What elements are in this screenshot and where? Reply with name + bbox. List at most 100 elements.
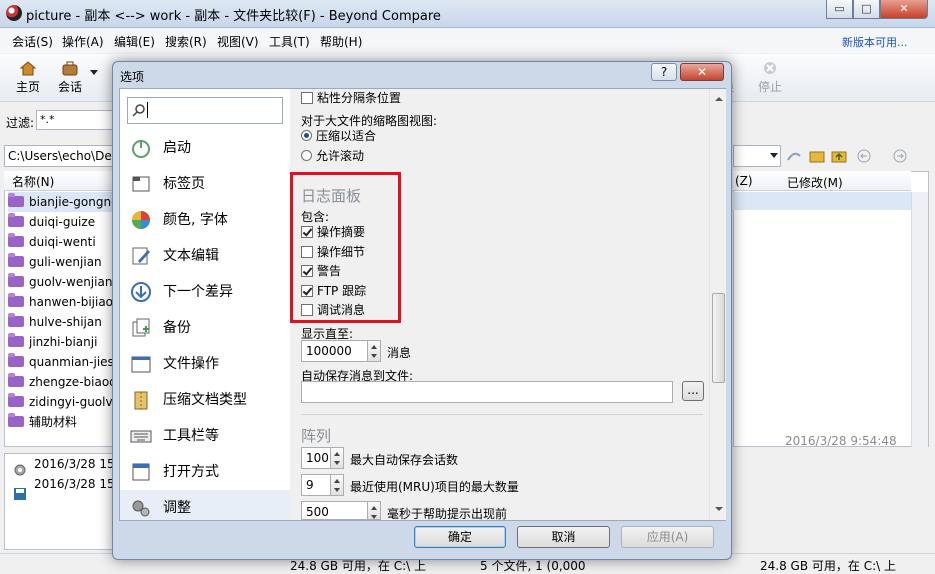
dialog-close-button[interactable]: ✕ [680,63,724,81]
folder-name: guli-wenjian [29,255,102,269]
nav-item[interactable]: 颜色, 字体 [130,206,228,234]
folder-name: zidingyi-guolv [29,395,113,409]
modified-column-header[interactable]: 已修改(M) [787,174,843,191]
parent-folder-icon[interactable] [831,151,847,163]
sticky-splitter-checkbox[interactable]: 粘性分隔条位置 [301,89,401,106]
folder-row[interactable]: duiqi-guize [8,212,114,232]
autosave-path-input[interactable] [301,381,673,403]
down-arrow-circle-icon [131,282,151,302]
menu-actions[interactable]: 操作(A) [62,33,104,50]
folder-row[interactable]: duiqi-wenti [8,232,114,252]
color-wheel-icon [132,211,150,229]
mru-spinner[interactable] [330,474,344,496]
right-path-dropdown-icon[interactable] [770,153,778,158]
folder-name: jinzhi-bianji [29,335,98,349]
folder-name: zhengze-biaoda [29,375,114,389]
stop-button[interactable]: 停止 [750,58,790,98]
radio-scroll-option[interactable]: 允许滚动 [301,147,364,164]
nav-item[interactable]: 备份 [130,314,191,342]
cancel-button[interactable]: 取消 [517,526,610,548]
nav-item[interactable]: 打开方式 [130,458,219,486]
folder-row[interactable]: guolv-wenjian [8,272,114,292]
sessions-dropdown-arrow-icon[interactable] [90,70,98,75]
max-sessions-spinner[interactable] [330,447,344,469]
new-version-link[interactable]: 新版本可用... [842,34,908,50]
folder-row[interactable]: hanwen-bijiao [8,292,114,312]
folder-row[interactable]: zhengze-biaoda [8,372,114,392]
nav-item[interactable]: 下一个差异 [130,278,233,306]
window-close-button[interactable]: ✕ [880,0,928,19]
help-delay-spinner[interactable] [367,501,381,520]
nav-item-label: 颜色, 字体 [163,212,228,228]
folder-row[interactable]: quanmian-jieshao [8,352,114,372]
open-folder-icon[interactable] [809,151,825,163]
menu-tools[interactable]: 工具(T) [269,33,310,50]
right-path-toolbar [787,149,907,163]
show-until-spinner[interactable] [367,340,381,362]
sessions-button[interactable]: 会话 [50,58,90,98]
gear-icon[interactable] [12,462,28,478]
nav-item[interactable]: 标签页 [130,170,205,198]
name-column-header[interactable]: 名称(N) [4,171,116,191]
browse-button[interactable]: ... [682,381,704,401]
nav-item[interactable]: 工具栏等 [130,422,219,450]
dialog-vertical-scrollbar[interactable] [709,89,726,520]
selected-row-highlight[interactable] [733,192,911,210]
radio-fit[interactable] [301,130,312,141]
minimize-button[interactable]: ▭ [826,0,853,19]
menu-search[interactable]: 搜索(R) [165,33,207,50]
folder-row[interactable]: guli-wenjian [8,252,114,272]
mru-input[interactable]: 9 [301,474,331,496]
radio-scroll[interactable] [301,150,312,161]
log-row: 2016/3/28 15: [34,457,114,471]
menu-session[interactable]: 会话(S) [12,33,53,50]
nav-item-label: 启动 [163,140,191,156]
folder-name: duiqi-wenti [29,235,96,249]
folder-row[interactable]: hulve-shijan [8,312,114,332]
max-sessions-label: 最大自动保存会话数 [350,453,459,467]
nav-item[interactable]: 文本编辑 [130,242,219,270]
refresh-arrow-icon[interactable] [787,152,801,161]
folder-row[interactable]: bianjie-gongneng [8,192,114,212]
right-vertical-scrollbar[interactable] [911,192,928,447]
left-path-input[interactable]: C:\Users\echo\Des [4,145,116,167]
size-column-header[interactable]: (Z) [735,174,753,188]
scroll-down-arrow-icon[interactable] [715,507,723,511]
nav-item[interactable]: 启动 [130,134,191,162]
max-sessions-input[interactable]: 100 [301,447,331,469]
scroll-thumb[interactable] [712,293,725,383]
back-arrow-icon[interactable] [857,149,871,163]
folder-icon [8,333,24,347]
help-delay-input[interactable]: 500 [301,501,368,520]
file-operations-icon [131,356,151,373]
nav-item[interactable]: 文件操作 [130,350,219,378]
mru-label: 最近使用(MRU)项目的最大数量 [350,480,519,494]
folder-row[interactable]: 辅助材料 [8,412,114,432]
nav-item[interactable]: 压缩文档类型 [130,386,247,414]
save-disk-icon[interactable] [12,486,28,502]
nav-item[interactable]: 调整 [130,494,191,522]
folder-icon [8,413,24,427]
scroll-up-arrow-icon[interactable] [715,97,723,101]
dialog-help-button[interactable]: ? [651,63,677,81]
menu-view[interactable]: 视图(V) [217,33,259,50]
folder-row[interactable]: zidingyi-guolv [8,392,114,412]
radio-fit-option[interactable]: 压缩以适合 [301,127,376,144]
power-icon [132,140,150,158]
apply-button[interactable]: 应用(A) [621,526,714,548]
folder-icon [8,293,24,307]
folder-row[interactable]: jinzhi-bianji [8,332,114,352]
ok-button[interactable]: 确定 [414,526,506,548]
folder-name: hulve-shijan [29,315,102,329]
nav-search-input[interactable] [127,97,283,124]
filter-input[interactable]: *.* [36,110,116,130]
gears-icon [132,500,150,517]
sticky-splitter-check[interactable] [301,92,313,104]
menu-help[interactable]: 帮助(H) [320,33,362,50]
home-button[interactable]: 主页 [8,58,48,98]
show-until-input[interactable]: 100000 [301,340,368,362]
maximize-button[interactable]: □ [853,0,880,19]
sessions-label: 会话 [57,80,82,94]
menu-edit[interactable]: 编辑(E) [114,33,155,50]
forward-arrow-icon[interactable] [893,149,907,163]
